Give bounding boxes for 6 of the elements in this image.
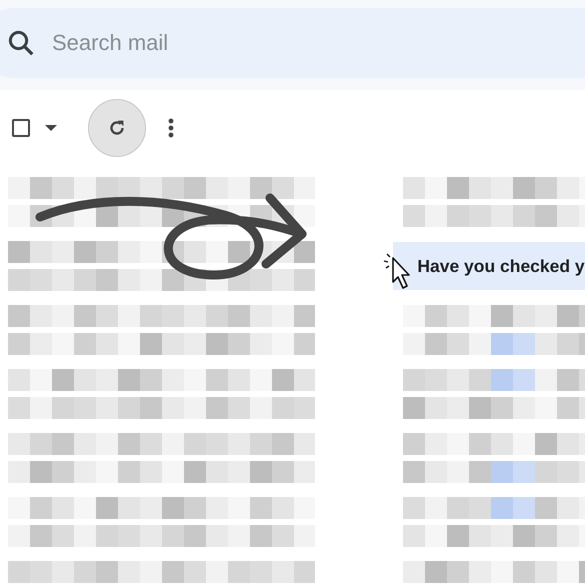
search-icon [6,28,36,58]
more-icon[interactable] [168,118,174,138]
caret-icon[interactable] [44,124,58,132]
search-field[interactable]: Search mail [0,8,585,78]
select-all-checkbox[interactable] [12,119,30,137]
email-subject[interactable]: Have you checked y [393,242,585,290]
